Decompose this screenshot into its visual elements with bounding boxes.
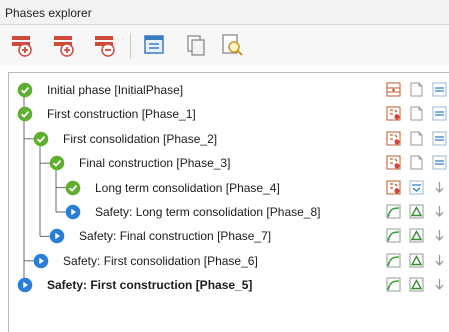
phase-row[interactable]: Final construction [Phase_3] — [9, 151, 449, 175]
arrow-down-icon[interactable] — [432, 277, 447, 292]
initial-stress-icon[interactable] — [386, 82, 401, 97]
toolbar — [0, 25, 449, 65]
consolidation-icon[interactable] — [409, 180, 424, 195]
safety-curve-icon[interactable] — [386, 253, 401, 268]
phase-completed-icon — [17, 82, 33, 98]
page-icon[interactable] — [409, 82, 424, 97]
phase-row[interactable]: Long term consolidation [Phase_4] — [9, 176, 449, 200]
edit-phase-button[interactable] — [142, 33, 166, 57]
phase-pending-icon — [33, 253, 49, 269]
copy-icon — [187, 35, 205, 56]
delete-phase-button[interactable] — [93, 33, 117, 57]
phase-label: Safety: First construction [Phase_5] — [47, 278, 253, 293]
phase-row[interactable]: First consolidation [Phase_2] — [9, 127, 449, 151]
safety-curve-icon[interactable] — [386, 277, 401, 292]
phase-label: First construction [Phase_1] — [47, 107, 196, 122]
safety-curve-icon[interactable] — [386, 204, 401, 219]
page-icon[interactable] — [409, 155, 424, 170]
page-icon[interactable] — [409, 106, 424, 121]
insert-phase-icon — [12, 36, 32, 57]
copy-phase-button[interactable] — [184, 33, 208, 57]
phase-row[interactable]: Safety: Long term consolidation [Phase_8… — [9, 200, 449, 224]
panel-title: Phases explorer — [5, 6, 92, 20]
phase-label: Safety: First consolidation [Phase_6] — [63, 253, 258, 268]
phase-label: First consolidation [Phase_2] — [63, 131, 218, 146]
insert-phase-button[interactable] — [10, 33, 34, 57]
preview-icon — [222, 34, 243, 56]
flow-icon[interactable] — [432, 82, 447, 97]
flow-icon[interactable] — [432, 155, 447, 170]
delete-phase-icon — [95, 36, 115, 57]
preview-phase-button[interactable] — [220, 33, 244, 57]
phase-completed-icon — [17, 106, 33, 122]
phase-completed-icon — [49, 155, 65, 171]
phase-label: Final construction [Phase_3] — [79, 156, 231, 171]
phase-pending-icon — [65, 204, 81, 220]
flow-icon[interactable] — [432, 131, 447, 146]
phase-row[interactable]: Safety: First construction [Phase_5] — [9, 273, 449, 297]
flow-icon[interactable] — [432, 106, 447, 121]
arrow-down-icon[interactable] — [432, 253, 447, 268]
add-phase-button[interactable] — [52, 33, 76, 57]
arrow-down-icon[interactable] — [432, 228, 447, 243]
plastic-analysis-icon[interactable] — [386, 180, 401, 195]
phase-row[interactable]: Safety: Final construction [Phase_7] — [9, 224, 449, 248]
page-icon[interactable] — [409, 131, 424, 146]
arrow-down-icon[interactable] — [432, 180, 447, 195]
incremental-delta-icon[interactable] — [409, 228, 424, 243]
incremental-delta-icon[interactable] — [409, 253, 424, 268]
safety-curve-icon[interactable] — [386, 228, 401, 243]
incremental-delta-icon[interactable] — [409, 277, 424, 292]
phase-pending-icon — [17, 277, 33, 293]
arrow-down-icon[interactable] — [432, 204, 447, 219]
phase-completed-icon — [65, 180, 81, 196]
incremental-delta-icon[interactable] — [409, 204, 424, 219]
phase-label: Safety: Final construction [Phase_7] — [79, 229, 272, 244]
plastic-analysis-icon[interactable] — [386, 131, 401, 146]
toolbar-separator — [130, 33, 131, 59]
phase-label: Long term consolidation [Phase_4] — [95, 180, 280, 195]
phase-settings-icon — [144, 35, 164, 54]
plastic-analysis-icon[interactable] — [386, 106, 401, 121]
phase-row[interactable]: Initial phase [InitialPhase] — [9, 78, 449, 102]
phases-tree: Initial phase [InitialPhase] First constr… — [8, 72, 449, 332]
phase-completed-icon — [33, 131, 49, 147]
phase-pending-icon — [49, 228, 65, 244]
phase-label: Initial phase [InitialPhase] — [47, 83, 184, 97]
phase-row[interactable]: First construction [Phase_1] — [9, 102, 449, 126]
plastic-analysis-icon[interactable] — [386, 155, 401, 170]
phase-label: Safety: Long term consolidation [Phase_8… — [95, 205, 321, 219]
panel-title-bar: Phases explorer — [0, 0, 449, 25]
add-phase-icon — [54, 36, 74, 57]
phase-row[interactable]: Safety: First consolidation [Phase_6] — [9, 249, 449, 273]
